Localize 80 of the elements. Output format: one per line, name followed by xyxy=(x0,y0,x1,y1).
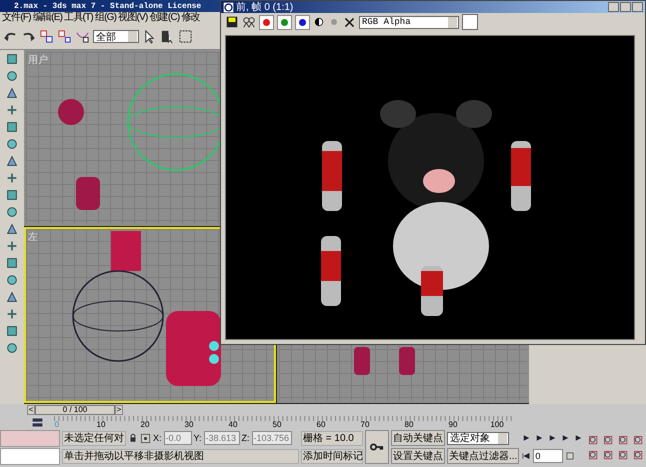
tool-icon[interactable] xyxy=(4,86,20,100)
tool-icon[interactable] xyxy=(4,273,20,287)
script-input-field[interactable] xyxy=(0,448,60,465)
time-config-icon[interactable] xyxy=(565,451,576,461)
tool-icon[interactable] xyxy=(4,324,20,338)
tool-icon[interactable] xyxy=(4,137,20,151)
tool-icon[interactable] xyxy=(4,222,20,236)
tick-label: 30 xyxy=(184,420,194,428)
menu-item[interactable]: 工具(T) xyxy=(64,12,93,24)
selection-status: 未选定任何对 xyxy=(62,430,126,446)
monochrome-icon[interactable] xyxy=(313,16,325,28)
clear-icon[interactable] xyxy=(343,16,356,28)
absolute-mode-icon[interactable] xyxy=(140,432,151,444)
track-bar-icon[interactable] xyxy=(31,416,44,429)
region-select-icon[interactable] xyxy=(178,29,193,44)
key-filters-button[interactable]: 关键点过滤器... xyxy=(447,448,520,464)
grid-size: 栅格 = 10.0 xyxy=(301,430,363,446)
tick-label: 90 xyxy=(448,420,458,428)
channel-button[interactable] xyxy=(295,14,310,30)
tool-icon[interactable] xyxy=(4,52,20,66)
clone-icon[interactable] xyxy=(242,15,256,29)
tick-label: 70 xyxy=(360,420,370,428)
menu-item[interactable]: 文件(F) xyxy=(2,12,31,24)
tool-icon[interactable] xyxy=(4,69,20,83)
tick-label: 40 xyxy=(228,420,238,428)
selection-filter-dropdown[interactable]: 全部 xyxy=(93,30,139,43)
tool-icon[interactable] xyxy=(4,290,20,304)
script-listener-field[interactable] xyxy=(0,430,60,447)
previous-frame-button[interactable]: < xyxy=(27,404,35,414)
tool-icon[interactable] xyxy=(4,188,20,202)
render-window-title: 前, 帧 0 (1:1) xyxy=(236,0,294,14)
tool-icon[interactable] xyxy=(4,341,20,355)
y-field[interactable]: -38.613 xyxy=(204,431,240,445)
tick-label: 60 xyxy=(316,420,326,428)
unlink-icon[interactable] xyxy=(57,29,72,44)
tick-label: 50 xyxy=(272,420,282,428)
set-key-button[interactable] xyxy=(365,430,389,464)
tool-icon[interactable] xyxy=(4,154,20,168)
tick-label: 20 xyxy=(140,420,150,428)
menu-item[interactable]: 组(G) xyxy=(94,12,116,24)
x-field[interactable]: -0.0 xyxy=(164,431,192,445)
close-button[interactable] xyxy=(632,2,643,12)
menu-item[interactable]: 编辑(E) xyxy=(32,12,62,24)
key-mode-dropdown[interactable]: 选定对象 xyxy=(447,432,509,444)
z-field[interactable]: -103.756 xyxy=(252,431,292,445)
tick-label: 100 xyxy=(490,420,504,428)
track-bar[interactable]: 0 10 20 30 40 50 60 70 80 90 100 xyxy=(54,416,514,430)
channel-dropdown[interactable]: RGB Alpha xyxy=(359,16,459,28)
app-logo-icon xyxy=(223,2,234,12)
maximize-button[interactable] xyxy=(620,2,631,12)
x-label: X: xyxy=(153,433,162,443)
next-frame-button[interactable]: > xyxy=(115,404,123,414)
add-time-tag[interactable]: 添加时间标记 xyxy=(301,448,363,464)
menu-item[interactable]: 创建(C) xyxy=(150,12,180,24)
alpha-dot-icon[interactable] xyxy=(328,16,340,28)
color-swatch[interactable] xyxy=(462,14,478,30)
minimize-button[interactable] xyxy=(608,2,619,12)
tick-label: 10 xyxy=(96,420,106,428)
tick-label: 0 xyxy=(54,420,60,428)
channel-button[interactable] xyxy=(259,14,274,30)
tick-label: 80 xyxy=(404,420,414,428)
auto-key-button[interactable]: 自动关键点 xyxy=(391,430,445,446)
save-icon[interactable] xyxy=(225,15,239,29)
viewport-label: 左 xyxy=(28,231,38,244)
current-frame-field[interactable]: 0 xyxy=(533,449,564,463)
lock-icon[interactable] xyxy=(128,433,138,443)
tool-icon[interactable] xyxy=(4,256,20,270)
link-icon[interactable] xyxy=(39,29,54,44)
viewport-label: 用户 xyxy=(28,54,48,67)
window-title: 2.max - 3ds max 7 - Stand-alone License xyxy=(14,2,202,10)
set-key-mode-button[interactable]: 设置关键点 xyxy=(391,448,445,464)
y-label: Y: xyxy=(194,433,202,443)
prompt-text: 单击并拖动以平移非摄影机视图 xyxy=(62,448,299,464)
tool-icon[interactable] xyxy=(4,205,20,219)
time-slider-thumb[interactable]: 0 / 100 xyxy=(35,404,115,414)
menu-item[interactable]: 视图(V) xyxy=(118,12,148,24)
tool-icon[interactable] xyxy=(4,120,20,134)
select-by-name-icon[interactable] xyxy=(160,29,175,44)
menu-item[interactable]: 修改 xyxy=(181,12,200,24)
z-label: Z: xyxy=(242,433,250,443)
